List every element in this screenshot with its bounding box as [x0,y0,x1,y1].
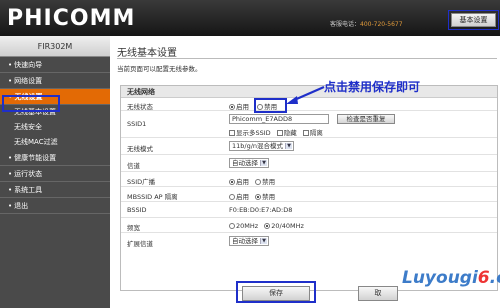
page-description: 当前页面可以配置无线参数。 [117,65,202,73]
dropdown-arrow-icon: ▼ [260,160,267,166]
bssid-label: BSSID [127,206,147,214]
phicomm-logo: PHICOMM [7,6,136,31]
isolate-checkbox[interactable] [302,130,309,136]
watermark-part1: Luyougi [402,268,478,288]
mbssid-label: MBSSID AP 隔离 [127,193,178,201]
hide-label: 隐藏 [283,129,297,137]
disable-highlight [254,98,287,113]
sidebar-item-label: 网络设置 [14,77,43,85]
row-bandwidth: 频宽 20MHz 20/40MHz [121,218,497,233]
bullet-icon: • [8,202,13,210]
isolate-label: 隔离 [309,129,323,137]
bandwidth-label: 频宽 [127,224,140,232]
multi-ssid-label: 显示多SSID [236,129,271,137]
bullet-icon: • [8,61,13,69]
dropdown-arrow-icon: ▼ [260,238,267,244]
broadcast-disable-radio[interactable] [255,179,262,185]
wireless-mode-select[interactable]: 11b/g/n混合模式 ▼ [229,141,295,151]
sidebar-item-status[interactable]: • 运行状态 [0,166,110,182]
bullet-icon: • [8,170,13,178]
mbssid-disable-label: 禁用 [262,193,276,201]
bandwidth-20-radio[interactable] [229,223,235,229]
mbssid-disable-radio[interactable] [255,194,262,200]
wireless-status-label: 无线状态 [127,103,153,111]
channel-label: 信道 [127,162,140,170]
wireless-panel: 无线网络 无线状态 启用 禁用 SSID1 Phicomm_E7ADD8 检查是否… [120,85,498,291]
hotline-label: 客服电话： [330,21,361,28]
check-duplicate-button[interactable]: 检查是否重复 [337,114,395,124]
ssid1-controls: Phicomm_E7ADD8 检查是否重复 [229,114,395,124]
broadcast-enable-radio[interactable] [229,179,235,185]
model-name: FIR302M [0,36,110,57]
ssid1-input[interactable]: Phicomm_E7ADD8 [229,114,329,124]
row-bssid: BSSID F0:EB:D0:E7:AD:D8 [121,202,497,218]
save-button[interactable]: 保存 [242,286,310,301]
channel-value: 自动选择 [232,159,258,167]
wireless-mode-value: 11b/g/n混合模式 [232,142,284,150]
wireless-mode-label: 无线模式 [127,145,153,153]
wireless-enable-label: 启用 [236,103,249,111]
sidebar-item-label: 健康节能设置 [14,154,57,162]
mbssid-enable-label: 启用 [236,193,249,201]
watermark-part2: 6 [477,268,490,288]
sidebar-item-label: 系统工具 [14,186,43,194]
sidebar-item-system-tools[interactable]: • 系统工具 [0,182,110,198]
watermark-part3: .cn [489,268,500,288]
sidebar-item-logout[interactable]: • 退出 [0,198,110,214]
sidebar-item-quick-setup[interactable]: • 快速向导 [0,57,110,73]
row-ssid1: SSID1 Phicomm_E7ADD8 检查是否重复 显示多SSID 隐藏 隔离 [121,111,497,138]
hide-checkbox[interactable] [276,130,283,136]
wireless-enable-radio[interactable] [229,104,235,110]
cancel-button[interactable]: 取 [358,286,398,301]
sidebar-item-label: 退出 [14,202,29,210]
sidebar-item-network[interactable]: • 网络设置 [0,73,110,89]
mbssid-enable-radio[interactable] [229,194,235,200]
bandwidth-2040-label: 20/40MHz [271,222,304,230]
ssid1-label: SSID1 [127,120,147,128]
top-header: PHICOMM 客服电话：400-720-5677 基本设置 [0,0,500,36]
hotline: 客服电话：400-720-5677 [330,19,403,28]
channel-select[interactable]: 自动选择 ▼ [229,158,269,168]
row-ssid-broadcast: SSID广播 启用 禁用 [121,172,497,187]
bssid-value: F0:EB:D0:E7:AD:D8 [229,206,293,214]
row-mbssid-isolation: MBSSID AP 隔离 启用 禁用 [121,187,497,202]
row-wireless-mode: 无线模式 11b/g/n混合模式 ▼ [121,138,497,155]
ext-channel-label: 扩展信道 [127,240,153,248]
multi-ssid-checkbox[interactable] [229,130,235,136]
dropdown-arrow-icon: ▼ [285,143,293,149]
ext-channel-value: 自动选择 [232,237,258,245]
sidebar-subitem-wireless-mac-filter[interactable]: 无线MAC过滤 [0,135,110,150]
sidebar: FIR302M • 快速向导 • 网络设置 • 无线设置 无线基本设置 无线安全 无线… [0,36,110,308]
ssid-broadcast-label: SSID广播 [127,178,156,186]
ssid1-options: 显示多SSID 隐藏 隔离 [229,127,323,137]
broadcast-enable-label: 启用 [236,178,249,186]
sidebar-subitem-wireless-security[interactable]: 无线安全 [0,120,110,135]
sidebar-item-label: 快速向导 [14,61,43,69]
bullet-icon: • [8,77,13,85]
sidebar-item-label: 运行状态 [14,170,43,178]
row-ext-channel: 扩展信道 自动选择 ▼ [121,233,497,249]
sidebar-item-energy[interactable]: • 健康节能设置 [0,150,110,166]
bandwidth-20-label: 20MHz [236,222,259,230]
bullet-icon: • [8,154,13,162]
annotation-arrow-icon [286,85,325,104]
basic-settings-button[interactable]: 基本设置 [451,13,496,27]
watermark: Luyougi6.cn [402,268,500,288]
annotation-text: 点击禁用保存即可 [324,80,421,94]
bullet-icon: • [8,186,13,194]
broadcast-disable-label: 禁用 [262,178,276,186]
page-title: 无线基本设置 [117,48,177,59]
wireless-highlight [2,95,60,112]
hotline-number: 400-720-5677 [360,21,403,28]
row-channel: 信道 自动选择 ▼ [121,155,497,172]
bandwidth-2040-radio[interactable] [264,223,271,229]
title-divider [117,58,497,59]
ext-channel-select[interactable]: 自动选择 ▼ [229,236,269,246]
